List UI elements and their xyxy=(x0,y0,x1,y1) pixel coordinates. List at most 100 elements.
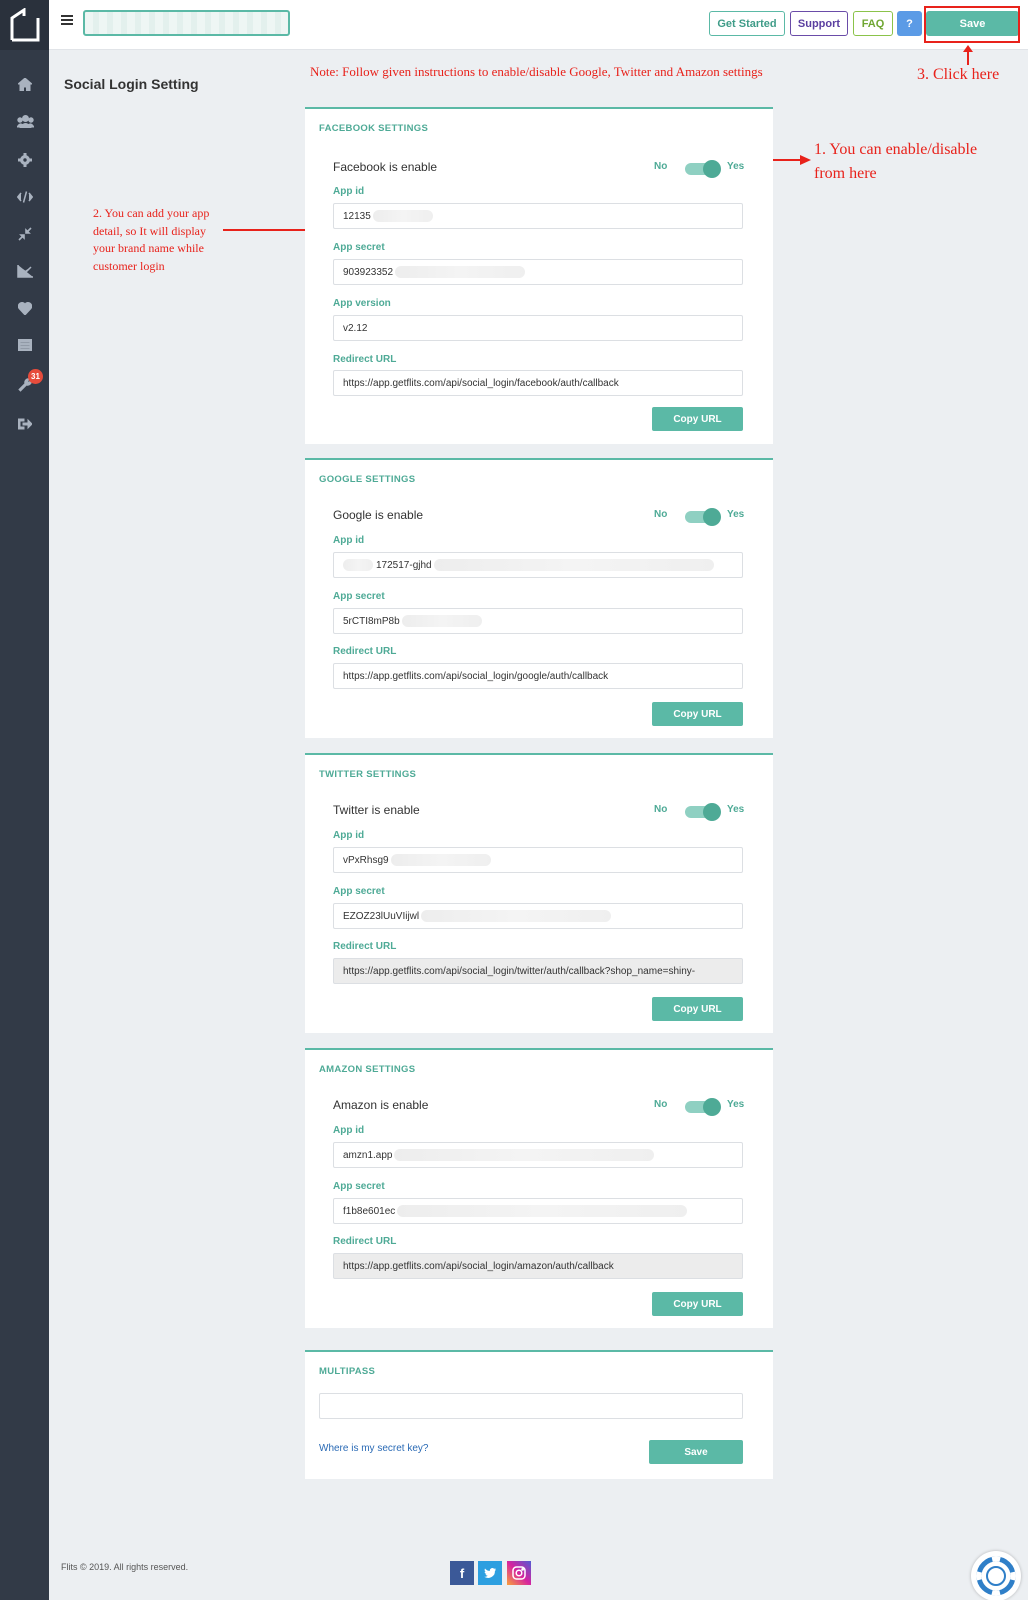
step2-line4: customer login xyxy=(93,258,165,273)
redirect-url-label: Redirect URL xyxy=(333,354,397,365)
home-icon[interactable] xyxy=(14,73,36,95)
redirect-url-label: Redirect URL xyxy=(333,1236,397,1247)
copy-url-button[interactable]: Copy URL xyxy=(652,1292,743,1316)
facebook-app-version-input[interactable]: v2.12 xyxy=(333,315,743,341)
save-highlight-box xyxy=(924,6,1020,43)
facebook-app-id-input[interactable]: 12135 xyxy=(333,203,743,229)
amazon-toggle-label: Amazon is enable xyxy=(333,1098,429,1112)
app-secret-label: App secret xyxy=(333,242,385,253)
twitter-settings-panel: TWITTER SETTINGS Twitter is enable No Ye… xyxy=(305,753,773,1033)
step2-line3: your brand name while xyxy=(93,241,204,255)
twitter-app-id-input[interactable]: vPxRhsg9 xyxy=(333,847,743,873)
amazon-settings-panel: AMAZON SETTINGS Amazon is enable No Yes … xyxy=(305,1048,773,1328)
page-title: Social Login Setting xyxy=(64,76,199,92)
gear-icon[interactable] xyxy=(14,149,36,171)
footer-copyright: Flits © 2019. All rights reserved. xyxy=(61,1562,189,1572)
toggle-yes-label: Yes xyxy=(727,509,745,520)
twitter-app-secret-input[interactable]: EZOZ23lUuVIijwl xyxy=(333,903,743,929)
google-app-id-input[interactable]: 172517-gjhd xyxy=(333,552,743,578)
app-version-label: App version xyxy=(333,298,391,309)
toggle-yes-label: Yes xyxy=(727,161,745,172)
multipass-secret-input[interactable] xyxy=(319,1393,743,1419)
store-selector-input[interactable] xyxy=(83,10,290,36)
twitter-toggle-label: Twitter is enable xyxy=(333,803,420,817)
panel-title: MULTIPASS xyxy=(319,1366,376,1377)
hamburger-menu-icon[interactable] xyxy=(61,15,73,27)
app-id-label: App id xyxy=(333,535,365,546)
app-id-label: App id xyxy=(333,186,365,197)
facebook-enable-toggle[interactable] xyxy=(685,160,721,178)
list-icon[interactable] xyxy=(14,334,36,356)
input-value: 903923352 xyxy=(343,266,394,278)
input-value: v2.12 xyxy=(343,322,368,334)
help-button[interactable]: ? xyxy=(897,11,922,36)
app-id-label: App id xyxy=(333,830,365,841)
facebook-redirect-url-input[interactable]: https://app.getflits.com/api/social_logi… xyxy=(333,370,743,396)
input-value: vPxRhsg9 xyxy=(343,854,389,866)
panel-title: FACEBOOK SETTINGS xyxy=(319,123,429,134)
chart-icon[interactable] xyxy=(14,260,36,282)
logout-icon[interactable] xyxy=(14,413,36,435)
app-id-label: App id xyxy=(333,1125,365,1136)
input-value: f1b8e601ec xyxy=(343,1205,396,1217)
google-settings-panel: GOOGLE SETTINGS Google is enable No Yes … xyxy=(305,458,773,738)
facebook-settings-panel: FACEBOOK SETTINGS Facebook is enable No … xyxy=(305,107,773,444)
input-value: amzn1.app xyxy=(343,1149,393,1161)
google-redirect-url-input[interactable]: https://app.getflits.com/api/social_logi… xyxy=(333,663,743,689)
amazon-redirect-url-input[interactable]: https://app.getflits.com/api/social_logi… xyxy=(333,1253,743,1279)
panel-title: AMAZON SETTINGS xyxy=(319,1064,416,1075)
toggle-no-label: No xyxy=(654,804,668,815)
support-button[interactable]: Support xyxy=(790,11,848,36)
instagram-icon[interactable] xyxy=(507,1561,531,1585)
facebook-icon[interactable]: f xyxy=(450,1561,474,1585)
input-value: EZOZ23lUuVIijwl xyxy=(343,910,420,922)
heart-icon[interactable] xyxy=(14,297,36,319)
google-enable-toggle[interactable] xyxy=(685,508,721,526)
toggle-yes-label: Yes xyxy=(727,1099,745,1110)
input-value: 5rCTI8mP8b xyxy=(343,615,400,627)
toggle-no-label: No xyxy=(654,1099,668,1110)
compress-icon[interactable] xyxy=(14,223,36,245)
faq-button[interactable]: FAQ xyxy=(853,11,893,36)
input-value: 172517-gjhd xyxy=(376,559,432,571)
copy-url-button[interactable]: Copy URL xyxy=(652,407,743,431)
notification-badge: 31 xyxy=(28,369,43,384)
toggle-no-label: No xyxy=(654,161,668,172)
app-secret-label: App secret xyxy=(333,591,385,602)
secret-key-help-link[interactable]: Where is my secret key? xyxy=(319,1443,428,1454)
amazon-app-secret-input[interactable]: f1b8e601ec xyxy=(333,1198,743,1224)
twitter-icon[interactable] xyxy=(478,1561,502,1585)
app-logo[interactable] xyxy=(0,0,49,50)
twitter-enable-toggle[interactable] xyxy=(685,803,721,821)
panel-title: TWITTER SETTINGS xyxy=(319,769,417,780)
instruction-note: Note: Follow given instructions to enabl… xyxy=(310,64,763,79)
code-icon[interactable] xyxy=(14,186,36,208)
copy-url-button[interactable]: Copy URL xyxy=(652,702,743,726)
amazon-enable-toggle[interactable] xyxy=(685,1098,721,1116)
input-value: https://app.getflits.com/api/social_logi… xyxy=(343,1260,614,1272)
get-started-button[interactable]: Get Started xyxy=(709,11,785,36)
facebook-toggle-label: Facebook is enable xyxy=(333,160,438,174)
step1-annotation: 1. You can enable/disable from here xyxy=(814,138,977,186)
step3-annotation: 3. Click here xyxy=(917,66,1000,83)
step1-line1: 1. You can enable/disable xyxy=(814,141,978,158)
toggle-yes-label: Yes xyxy=(727,804,745,815)
multipass-save-button[interactable]: Save xyxy=(649,1440,743,1464)
twitter-redirect-url-input[interactable]: https://app.getflits.com/api/social_logi… xyxy=(333,958,743,984)
step2-annotation: 2. You can add your app detail, so It wi… xyxy=(93,205,233,275)
input-value: https://app.getflits.com/api/social_logi… xyxy=(343,377,619,389)
step2-line2: detail, so It will display xyxy=(93,223,206,238)
help-lifebuoy-icon[interactable] xyxy=(971,1551,1021,1600)
toggle-no-label: No xyxy=(654,509,668,520)
copy-url-button[interactable]: Copy URL xyxy=(652,997,743,1021)
amazon-app-id-input[interactable]: amzn1.app xyxy=(333,1142,743,1168)
step2-line1: 2. You can add your app xyxy=(93,206,210,220)
app-secret-label: App secret xyxy=(333,1181,385,1192)
users-icon[interactable] xyxy=(14,110,36,132)
redirect-url-label: Redirect URL xyxy=(333,941,397,952)
step1-line2: from here xyxy=(814,165,877,182)
google-app-secret-input[interactable]: 5rCTI8mP8b xyxy=(333,608,743,634)
facebook-app-secret-input[interactable]: 903923352 xyxy=(333,259,743,285)
input-value: 12135 xyxy=(343,210,371,222)
redirect-url-label: Redirect URL xyxy=(333,646,397,657)
